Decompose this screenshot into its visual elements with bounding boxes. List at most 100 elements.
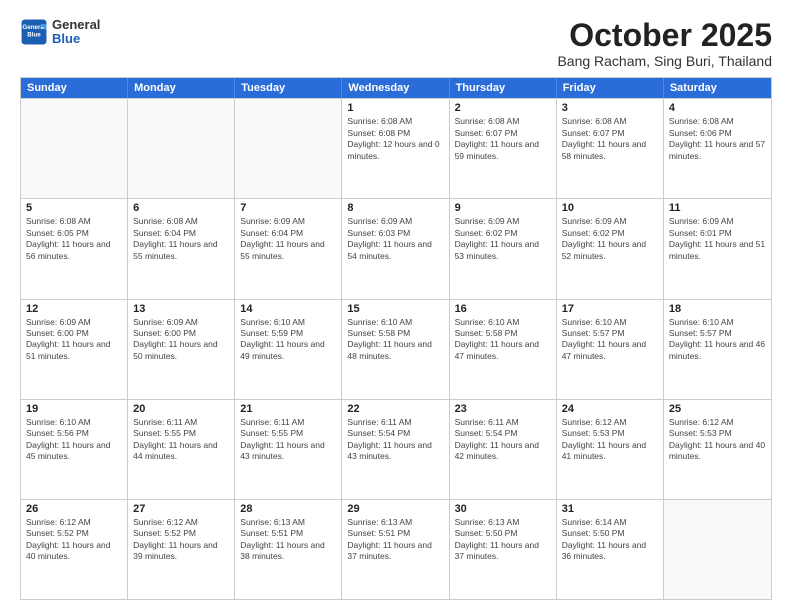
day-number: 18 bbox=[669, 303, 766, 315]
day-info: Sunrise: 6:09 AM Sunset: 6:03 PM Dayligh… bbox=[347, 216, 443, 262]
calendar-week-3: 12 Sunrise: 6:09 AM Sunset: 6:00 PM Dayli… bbox=[21, 299, 771, 399]
day-cell-21: 21Sunrise: 6:11 AM Sunset: 5:55 PM Dayli… bbox=[235, 400, 342, 499]
day-number: 13 bbox=[133, 303, 229, 315]
day-info: Sunrise: 6:10 AM Sunset: 5:58 PM Dayligh… bbox=[347, 317, 443, 363]
day-cell-17: 17Sunrise: 6:10 AM Sunset: 5:57 PM Dayli… bbox=[557, 300, 664, 399]
day-number: 28 bbox=[240, 503, 336, 515]
day-number: 2 bbox=[455, 102, 551, 114]
day-info: Sunrise: 6:12 AM Sunset: 5:53 PM Dayligh… bbox=[562, 417, 658, 463]
day-info: Sunrise: 6:10 AM Sunset: 5:59 PM Dayligh… bbox=[240, 317, 336, 363]
calendar-header: SundayMondayTuesdayWednesdayThursdayFrid… bbox=[21, 78, 771, 98]
calendar-body: 1 Sunrise: 6:08 AM Sunset: 6:08 PM Daylig… bbox=[21, 98, 771, 599]
day-cell-23: 23 Sunrise: 6:11 AM Sunset: 5:54 PM Dayli… bbox=[450, 400, 557, 499]
empty-cell bbox=[235, 99, 342, 198]
day-cell-27: 27 Sunrise: 6:12 AM Sunset: 5:52 PM Dayli… bbox=[128, 500, 235, 599]
day-cell-29: 29 Sunrise: 6:13 AM Sunset: 5:51 PM Dayli… bbox=[342, 500, 449, 599]
day-info: Sunrise: 6:13 AM Sunset: 5:50 PM Dayligh… bbox=[455, 517, 551, 563]
day-cell-22: 22Sunrise: 6:11 AM Sunset: 5:54 PM Dayli… bbox=[342, 400, 449, 499]
day-info: Sunrise: 6:09 AM Sunset: 6:00 PM Dayligh… bbox=[26, 317, 122, 363]
day-cell-26: 26 Sunrise: 6:12 AM Sunset: 5:52 PM Dayli… bbox=[21, 500, 128, 599]
day-info: Sunrise: 6:09 AM Sunset: 6:00 PM Dayligh… bbox=[133, 317, 229, 363]
empty-cell bbox=[21, 99, 128, 198]
month-title: October 2025 bbox=[557, 18, 772, 53]
day-info: Sunrise: 6:13 AM Sunset: 5:51 PM Dayligh… bbox=[347, 517, 443, 563]
header-cell-sunday: Sunday bbox=[21, 78, 128, 98]
day-number: 8 bbox=[347, 202, 443, 214]
day-cell-12: 12 Sunrise: 6:09 AM Sunset: 6:00 PM Dayli… bbox=[21, 300, 128, 399]
day-number: 19 bbox=[26, 403, 122, 415]
empty-cell bbox=[664, 500, 771, 599]
day-info: Sunrise: 6:12 AM Sunset: 5:53 PM Dayligh… bbox=[669, 417, 766, 463]
day-cell-4: 4Sunrise: 6:08 AM Sunset: 6:06 PM Daylig… bbox=[664, 99, 771, 198]
day-cell-16: 16Sunrise: 6:10 AM Sunset: 5:58 PM Dayli… bbox=[450, 300, 557, 399]
calendar-week-1: 1 Sunrise: 6:08 AM Sunset: 6:08 PM Daylig… bbox=[21, 98, 771, 198]
header-cell-tuesday: Tuesday bbox=[235, 78, 342, 98]
day-number: 12 bbox=[26, 303, 122, 315]
day-number: 15 bbox=[347, 303, 443, 315]
day-info: Sunrise: 6:14 AM Sunset: 5:50 PM Dayligh… bbox=[562, 517, 658, 563]
day-info: Sunrise: 6:08 AM Sunset: 6:05 PM Dayligh… bbox=[26, 216, 122, 262]
location: Bang Racham, Sing Buri, Thailand bbox=[557, 53, 772, 69]
day-number: 29 bbox=[347, 503, 443, 515]
day-number: 10 bbox=[562, 202, 658, 214]
logo: General Blue General Blue bbox=[20, 18, 100, 47]
day-cell-5: 5 Sunrise: 6:08 AM Sunset: 6:05 PM Daylig… bbox=[21, 199, 128, 298]
day-number: 22 bbox=[347, 403, 443, 415]
svg-text:Blue: Blue bbox=[27, 32, 41, 39]
day-cell-10: 10 Sunrise: 6:09 AM Sunset: 6:02 PM Dayli… bbox=[557, 199, 664, 298]
day-number: 7 bbox=[240, 202, 336, 214]
day-info: Sunrise: 6:08 AM Sunset: 6:04 PM Dayligh… bbox=[133, 216, 229, 262]
day-cell-7: 7 Sunrise: 6:09 AM Sunset: 6:04 PM Daylig… bbox=[235, 199, 342, 298]
day-number: 11 bbox=[669, 202, 766, 214]
day-number: 6 bbox=[133, 202, 229, 214]
day-cell-2: 2Sunrise: 6:08 AM Sunset: 6:07 PM Daylig… bbox=[450, 99, 557, 198]
day-cell-20: 20 Sunrise: 6:11 AM Sunset: 5:55 PM Dayli… bbox=[128, 400, 235, 499]
day-cell-6: 6 Sunrise: 6:08 AM Sunset: 6:04 PM Daylig… bbox=[128, 199, 235, 298]
day-cell-19: 19 Sunrise: 6:10 AM Sunset: 5:56 PM Dayli… bbox=[21, 400, 128, 499]
day-cell-3: 3Sunrise: 6:08 AM Sunset: 6:07 PM Daylig… bbox=[557, 99, 664, 198]
day-number: 3 bbox=[562, 102, 658, 114]
day-cell-9: 9Sunrise: 6:09 AM Sunset: 6:02 PM Daylig… bbox=[450, 199, 557, 298]
logo-blue-text: Blue bbox=[52, 32, 100, 46]
calendar-week-5: 26 Sunrise: 6:12 AM Sunset: 5:52 PM Dayli… bbox=[21, 499, 771, 599]
day-info: Sunrise: 6:09 AM Sunset: 6:02 PM Dayligh… bbox=[455, 216, 551, 262]
day-info: Sunrise: 6:11 AM Sunset: 5:54 PM Dayligh… bbox=[455, 417, 551, 463]
calendar-week-2: 5 Sunrise: 6:08 AM Sunset: 6:05 PM Daylig… bbox=[21, 198, 771, 298]
header-cell-thursday: Thursday bbox=[450, 78, 557, 98]
day-info: Sunrise: 6:12 AM Sunset: 5:52 PM Dayligh… bbox=[133, 517, 229, 563]
day-info: Sunrise: 6:08 AM Sunset: 6:08 PM Dayligh… bbox=[347, 116, 443, 162]
day-number: 20 bbox=[133, 403, 229, 415]
header-cell-wednesday: Wednesday bbox=[342, 78, 449, 98]
title-block: October 2025 Bang Racham, Sing Buri, Tha… bbox=[557, 18, 772, 69]
day-cell-31: 31Sunrise: 6:14 AM Sunset: 5:50 PM Dayli… bbox=[557, 500, 664, 599]
day-cell-15: 15 Sunrise: 6:10 AM Sunset: 5:58 PM Dayli… bbox=[342, 300, 449, 399]
day-cell-11: 11 Sunrise: 6:09 AM Sunset: 6:01 PM Dayli… bbox=[664, 199, 771, 298]
day-number: 4 bbox=[669, 102, 766, 114]
day-info: Sunrise: 6:09 AM Sunset: 6:04 PM Dayligh… bbox=[240, 216, 336, 262]
logo-general-text: General bbox=[52, 18, 100, 32]
day-info: Sunrise: 6:13 AM Sunset: 5:51 PM Dayligh… bbox=[240, 517, 336, 563]
empty-cell bbox=[128, 99, 235, 198]
day-info: Sunrise: 6:09 AM Sunset: 6:01 PM Dayligh… bbox=[669, 216, 766, 262]
day-info: Sunrise: 6:10 AM Sunset: 5:58 PM Dayligh… bbox=[455, 317, 551, 363]
day-info: Sunrise: 6:09 AM Sunset: 6:02 PM Dayligh… bbox=[562, 216, 658, 262]
day-info: Sunrise: 6:10 AM Sunset: 5:57 PM Dayligh… bbox=[669, 317, 766, 363]
day-cell-13: 13 Sunrise: 6:09 AM Sunset: 6:00 PM Dayli… bbox=[128, 300, 235, 399]
day-info: Sunrise: 6:10 AM Sunset: 5:56 PM Dayligh… bbox=[26, 417, 122, 463]
calendar-page: General Blue General Blue October 2025 B… bbox=[0, 0, 792, 612]
day-cell-18: 18 Sunrise: 6:10 AM Sunset: 5:57 PM Dayli… bbox=[664, 300, 771, 399]
day-number: 1 bbox=[347, 102, 443, 114]
header: General Blue General Blue October 2025 B… bbox=[20, 18, 772, 69]
day-number: 26 bbox=[26, 503, 122, 515]
calendar-week-4: 19 Sunrise: 6:10 AM Sunset: 5:56 PM Dayli… bbox=[21, 399, 771, 499]
day-info: Sunrise: 6:11 AM Sunset: 5:55 PM Dayligh… bbox=[133, 417, 229, 463]
day-info: Sunrise: 6:10 AM Sunset: 5:57 PM Dayligh… bbox=[562, 317, 658, 363]
day-info: Sunrise: 6:12 AM Sunset: 5:52 PM Dayligh… bbox=[26, 517, 122, 563]
header-cell-monday: Monday bbox=[128, 78, 235, 98]
day-number: 24 bbox=[562, 403, 658, 415]
day-cell-14: 14 Sunrise: 6:10 AM Sunset: 5:59 PM Dayli… bbox=[235, 300, 342, 399]
day-number: 5 bbox=[26, 202, 122, 214]
day-number: 23 bbox=[455, 403, 551, 415]
day-number: 14 bbox=[240, 303, 336, 315]
day-number: 27 bbox=[133, 503, 229, 515]
